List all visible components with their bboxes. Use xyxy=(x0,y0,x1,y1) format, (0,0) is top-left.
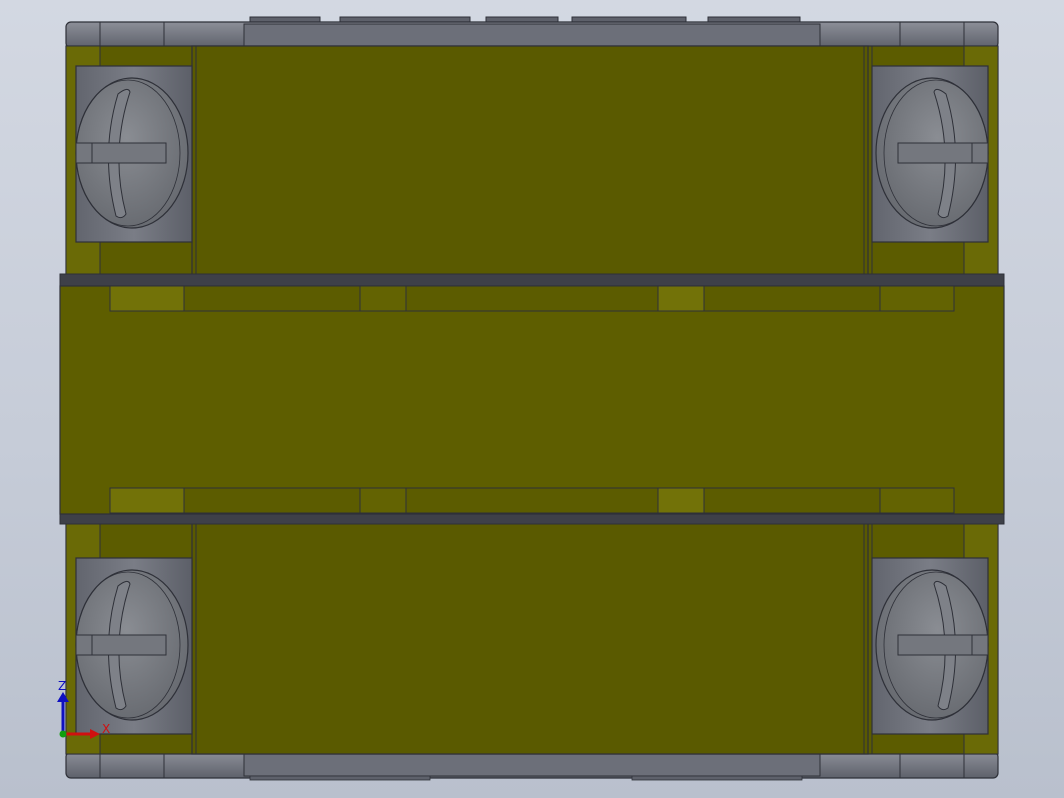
screw-head-icon xyxy=(875,569,989,721)
upper-body xyxy=(65,45,999,289)
center-rail xyxy=(59,273,1005,525)
bottom-end-cap xyxy=(65,751,999,781)
screw-head-icon xyxy=(75,77,189,229)
triad-z-label: Z xyxy=(58,679,66,693)
screw-head-icon xyxy=(875,77,989,229)
lower-body xyxy=(65,511,999,755)
screw-block-bottom-right xyxy=(871,557,989,735)
screw-head-icon xyxy=(75,569,189,721)
cad-viewport[interactable]: Z X xyxy=(0,0,1064,798)
top-end-cap xyxy=(65,16,999,49)
screw-block-bottom-left xyxy=(75,557,193,735)
screw-block-top-left xyxy=(75,65,193,243)
screw-block-top-right xyxy=(871,65,989,243)
triad-x-label: X xyxy=(102,722,110,736)
